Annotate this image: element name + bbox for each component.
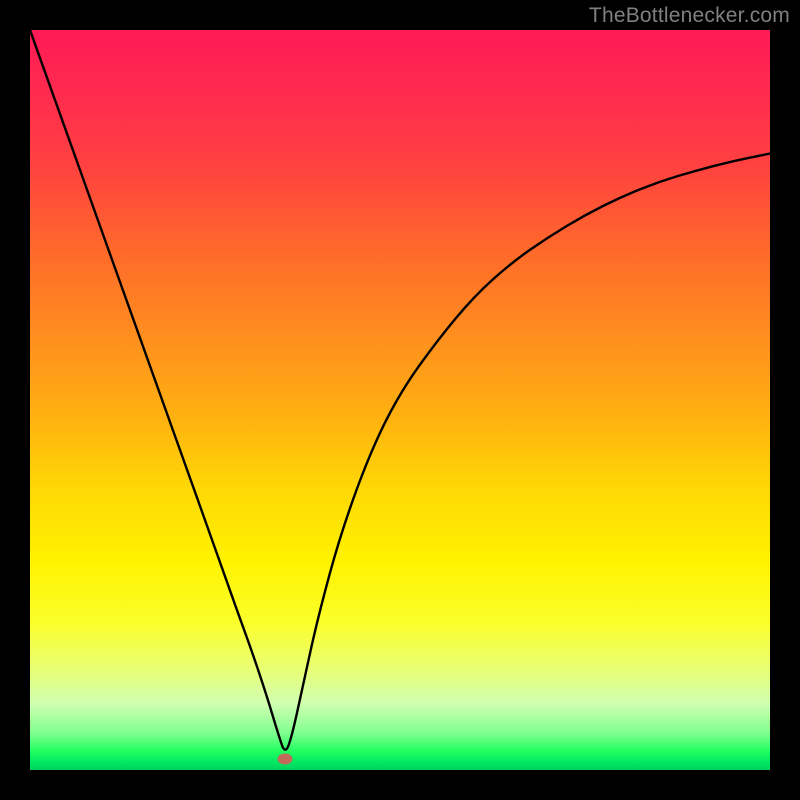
bottleneck-curve [30,30,770,770]
optimal-marker [278,753,293,764]
watermark-text: TheBottlenecker.com [589,4,790,28]
chart-frame: TheBottlenecker.com [0,0,800,800]
plot-area [30,30,770,770]
